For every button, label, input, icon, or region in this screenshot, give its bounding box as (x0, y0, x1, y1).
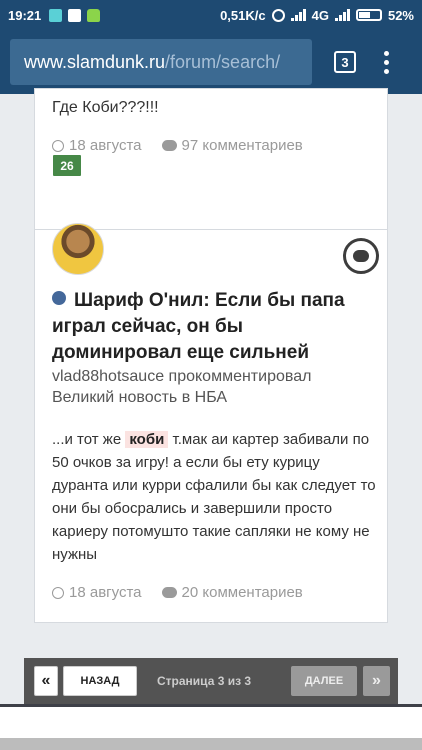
battery-level: 52% (387, 7, 414, 23)
clock-icon (52, 586, 64, 599)
page-info: Страница 3 из 3 (157, 674, 252, 688)
first-page-button[interactable]: « (34, 666, 58, 696)
android-notification-icon (87, 8, 101, 22)
signal-icon (290, 9, 306, 21)
avatar[interactable] (52, 223, 104, 275)
unread-dot-icon (52, 291, 66, 305)
network-type: 4G (311, 7, 329, 23)
next-page-button[interactable]: ДАЛЕЕ (291, 666, 357, 696)
signal-icon-2 (334, 9, 350, 21)
last-page-button[interactable]: » (363, 666, 390, 696)
status-bar: 19:21 0,51K/c 4G 52% (0, 0, 422, 30)
result-subtitle: vlad88hotsauce прокомментировал Великий … (52, 368, 312, 406)
comment-count-icon (161, 140, 177, 151)
result-snippet: ...и тот же коби т.мак аи картер забивал… (52, 431, 376, 563)
page-content: Где Коби???!!! 18 августа 97 комментарие… (0, 88, 422, 750)
comment-icon (343, 238, 379, 274)
result-meta: 18 августа 20 комментариев (52, 584, 303, 601)
url-path: /forum/search/ (165, 51, 281, 72)
browser-toolbar: www.slamdunk.ru/forum/search/ 3 (0, 30, 422, 94)
result-comments[interactable]: 97 комментариев (182, 137, 303, 154)
prev-page-button[interactable]: НАЗАД (63, 666, 137, 696)
comment-count-icon (161, 587, 177, 598)
result-meta: 18 августа 97 комментариев (52, 137, 303, 154)
overflow-menu-icon[interactable] (384, 50, 389, 74)
search-result-card: Шариф О'нил: Если бы папа играл сейчас, … (34, 223, 388, 623)
alarm-icon (271, 8, 285, 22)
result-text: Где Коби???!!! (52, 99, 159, 116)
status-time: 19:21 (8, 7, 42, 23)
result-date: 18 августа (69, 137, 142, 154)
tabs-button[interactable]: 3 (334, 51, 356, 73)
search-highlight: коби (125, 431, 169, 448)
result-comments[interactable]: 20 комментариев (182, 584, 303, 601)
pagination: « НАЗАД Страница 3 из 3 ДАЛЕЕ » (24, 658, 398, 704)
url-field[interactable]: www.slamdunk.ru/forum/search/ (10, 39, 312, 85)
reputation-badge: 26 (53, 155, 81, 176)
gallery-notification-icon (68, 8, 82, 22)
camera-notification-icon (49, 8, 63, 22)
network-speed: 0,51K/c (220, 7, 266, 23)
page-footer (0, 704, 422, 750)
clock-icon (52, 139, 64, 152)
result-title[interactable]: Шариф О'нил: Если бы папа играл сейчас, … (52, 288, 372, 366)
url-host: www.slamdunk.ru (24, 51, 166, 72)
battery-icon (355, 9, 382, 21)
result-date: 18 августа (69, 584, 142, 601)
